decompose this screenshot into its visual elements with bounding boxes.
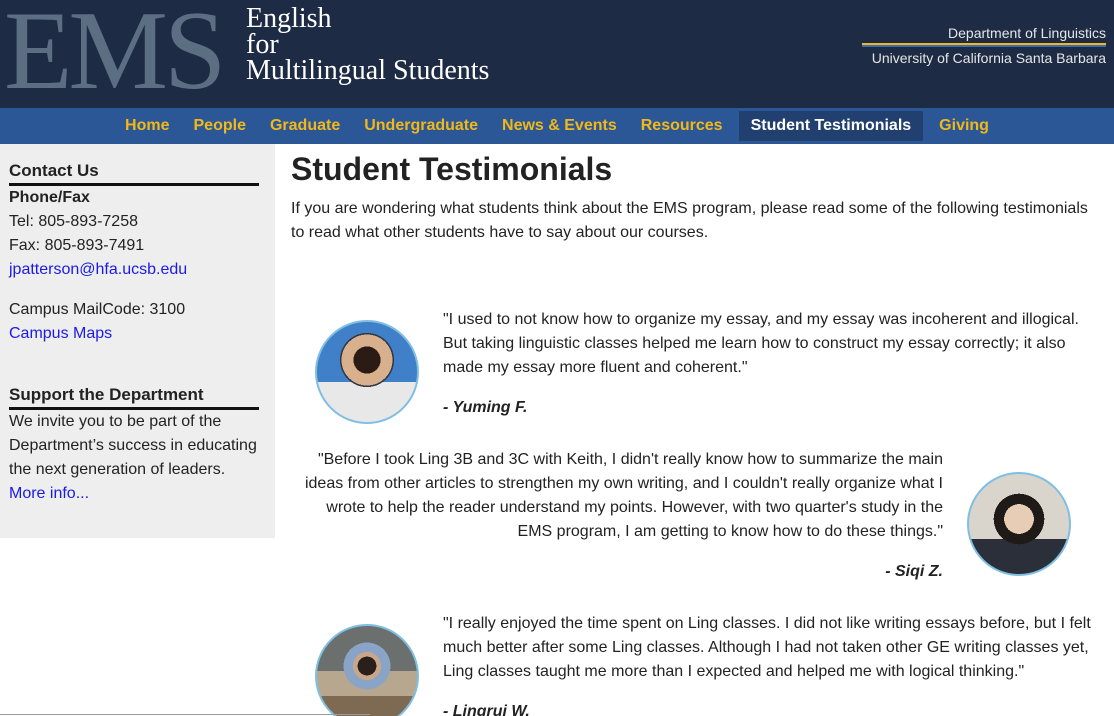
intro-text: If you are wondering what students think… [291,200,1088,241]
fax-number: Fax: 805-893-7491 [9,237,145,254]
testimonial-2: "Before I took Ling 3B and 3C with Keith… [300,448,943,584]
campus-mailcode: Campus MailCode: 3100 [9,301,186,318]
testimonial-author: - Lingrui W. [443,703,530,716]
support-text: We invite you to be part of the Departme… [9,413,257,478]
site-header: EMS English for Multilingual Students De… [0,0,1114,108]
logo-text[interactable]: English for Multilingual Students [246,3,490,86]
university-name: University of California Santa Barbara [871,50,1106,66]
student-photo-siqi [967,472,1071,576]
department-rule [862,43,1106,47]
email-link[interactable]: jpatterson@hfa.ucsb.edu [9,258,259,282]
sidebar: Contact Us Phone/Fax Tel: 805-893-7258 F… [0,144,275,538]
testimonial-1: "I used to not know how to organize my e… [443,308,1093,420]
phone-number: Tel: 805-893-7258 [9,213,138,230]
testimonial-3: "I really enjoyed the time spent on Ling… [443,612,1098,716]
logo-ems[interactable]: EMS [4,0,226,107]
main-nav: Home People Graduate Undergraduate News … [0,108,1114,144]
phone-fax-heading: Phone/Fax [9,189,90,206]
testimonial-quote: "I used to not know how to organize my e… [443,311,1079,376]
nav-giving[interactable]: Giving [927,111,1001,141]
logo-line-1: English [246,3,332,34]
contact-heading: Contact Us [9,160,259,186]
testimonial-author: - Siqi Z. [885,563,943,580]
student-photo-yuming [315,320,419,424]
student-photo-lingrui [315,624,419,716]
main-content: Student Testimonials If you are wonderin… [291,144,1101,245]
logo-line-3: Multilingual Students [246,55,490,86]
testimonial-author: - Yuming F. [443,399,528,416]
testimonial-quote: "I really enjoyed the time spent on Ling… [443,615,1091,680]
nav-graduate[interactable]: Graduate [258,111,352,141]
nav-home[interactable]: Home [113,111,181,141]
nav-undergraduate[interactable]: Undergraduate [352,111,490,141]
nav-people[interactable]: People [182,111,258,141]
more-info-link[interactable]: More info... [9,482,259,506]
department-name: Department of Linguistics [948,25,1106,41]
testimonial-quote: "Before I took Ling 3B and 3C with Keith… [304,451,943,540]
nav-news-events[interactable]: News & Events [490,111,629,141]
campus-maps-link[interactable]: Campus Maps [9,322,259,346]
divider [0,714,370,715]
department-logo[interactable]: Department of Linguistics University of … [862,24,1106,67]
nav-student-testimonials[interactable]: Student Testimonials [738,111,924,141]
nav-resources[interactable]: Resources [629,111,735,141]
page-title: Student Testimonials [291,151,613,187]
support-heading: Support the Department [9,384,259,410]
